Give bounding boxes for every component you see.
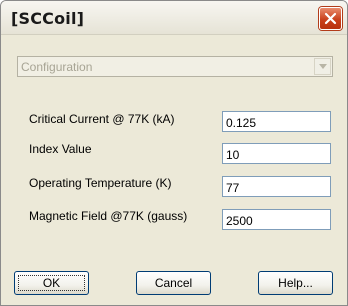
magnetic-field-input[interactable]: 2500 [222, 209, 331, 230]
index-value-input[interactable]: 10 [222, 143, 331, 164]
configuration-dropdown[interactable]: Configuration [17, 56, 333, 77]
configuration-value: Configuration [21, 60, 93, 74]
critical-current-input[interactable]: 0.125 [222, 111, 331, 132]
magnetic-field-label: Magnetic Field @77K (gauss) [29, 209, 188, 223]
help-button[interactable]: Help... [258, 271, 333, 295]
dropdown-arrow-button[interactable] [314, 58, 331, 75]
operating-temperature-input[interactable]: 77 [222, 176, 331, 197]
title-bar[interactable]: [SCCoil] [1, 1, 347, 35]
close-x-icon [324, 12, 337, 25]
close-button[interactable] [319, 7, 342, 30]
window-title: [SCCoil] [11, 9, 85, 28]
cancel-button-label: Cancel [154, 276, 193, 290]
critical-current-label: Critical Current @ 77K (kA) [29, 112, 175, 126]
chevron-down-icon [319, 64, 327, 69]
cancel-button[interactable]: Cancel [136, 271, 211, 295]
index-value-label: Index Value [29, 142, 92, 156]
dialog-window: [SCCoil] Configuration Critical Current … [0, 0, 348, 306]
ok-button[interactable]: OK [14, 271, 89, 295]
focus-rectangle [18, 275, 85, 291]
help-button-label: Help... [278, 276, 313, 290]
operating-temperature-label: Operating Temperature (K) [29, 176, 172, 190]
